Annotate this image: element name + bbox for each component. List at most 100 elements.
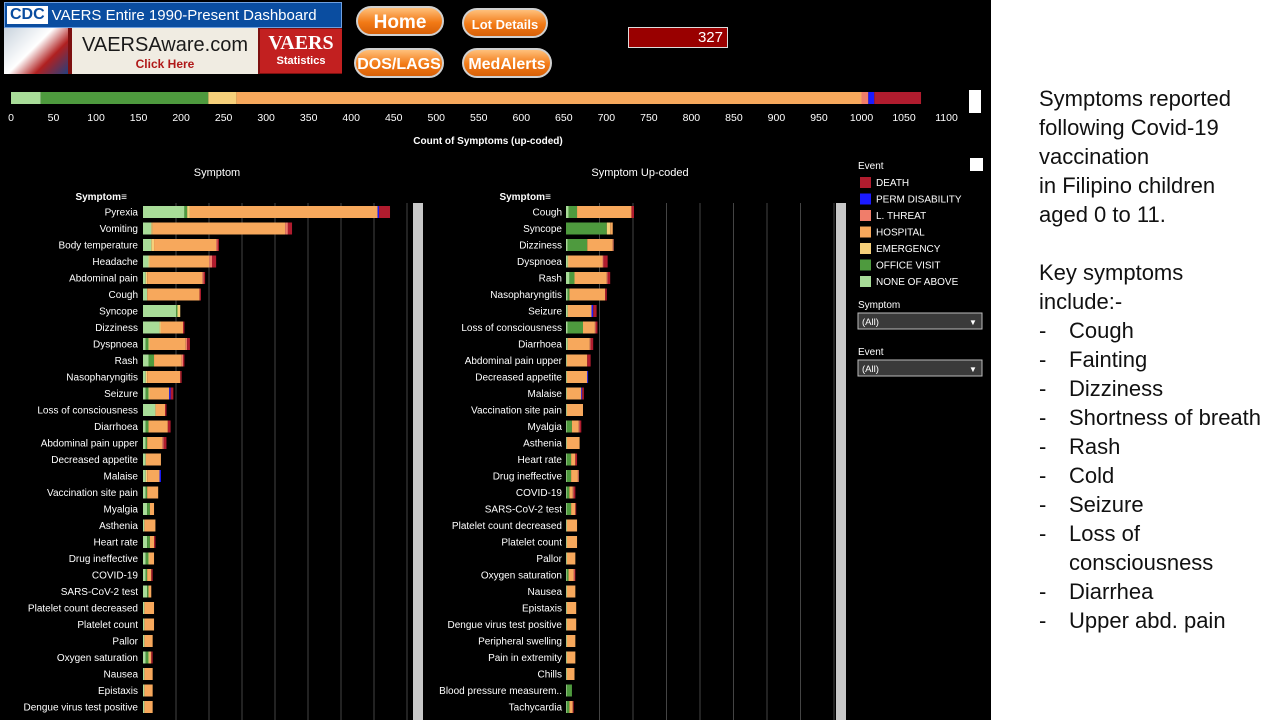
bar-segment bbox=[566, 420, 567, 433]
bar-segment bbox=[152, 222, 286, 235]
category-label: Dengue virus test positive bbox=[23, 703, 138, 714]
panel-scrollbar bbox=[836, 203, 846, 720]
bar-segment bbox=[148, 651, 150, 664]
category-label: Platelet count bbox=[77, 620, 138, 631]
x-axis-tick-label: 1050 bbox=[892, 112, 916, 124]
bar-segment bbox=[170, 387, 174, 400]
x-axis-tick-label: 750 bbox=[640, 112, 658, 124]
bar-segment bbox=[572, 701, 574, 713]
bar-segment bbox=[566, 503, 567, 515]
bar-segment bbox=[143, 453, 146, 466]
bar-segment bbox=[568, 206, 578, 218]
notes-intro-line: following Covid-19 bbox=[1039, 115, 1219, 140]
category-label: Seizure bbox=[528, 307, 562, 318]
bar-segment bbox=[185, 338, 188, 350]
bar-segment bbox=[583, 321, 595, 334]
bar-segment bbox=[145, 272, 148, 284]
bar-segment bbox=[587, 239, 613, 251]
category-label: Vaccination site pain bbox=[47, 488, 138, 499]
legend-label: HOSPITAL bbox=[876, 228, 925, 239]
notes-intro-line: Symptoms reported bbox=[1039, 86, 1231, 111]
bar-segment bbox=[144, 602, 155, 614]
bar-segment bbox=[209, 255, 212, 268]
category-label: Heart rate bbox=[94, 538, 139, 549]
bar-segment bbox=[566, 354, 588, 367]
bar-segment bbox=[566, 635, 576, 647]
bar-segment bbox=[566, 206, 569, 218]
category-label: SARS-CoV-2 test bbox=[485, 505, 562, 516]
bar-segment bbox=[143, 420, 146, 433]
bar-segment bbox=[566, 288, 568, 301]
bar-segment bbox=[566, 338, 568, 350]
bar-segment bbox=[148, 585, 152, 598]
bar-segment bbox=[143, 635, 145, 647]
category-label: Rash bbox=[115, 356, 138, 367]
x-axis-tick-label: 200 bbox=[172, 112, 190, 124]
legend-title: Event bbox=[858, 161, 884, 172]
category-label: Vomiting bbox=[100, 224, 138, 235]
category-label: Loss of consciousness bbox=[37, 406, 138, 417]
panel-title: Symptom bbox=[194, 167, 240, 179]
key-symptom-item: Diarrhea bbox=[1039, 577, 1274, 606]
overall-bar-segment bbox=[236, 92, 862, 104]
bar-segment bbox=[603, 255, 608, 268]
bar-segment bbox=[145, 338, 149, 350]
bar-segment bbox=[566, 569, 567, 581]
overall-bar-segment bbox=[11, 92, 41, 104]
bar-segment bbox=[145, 387, 149, 400]
x-axis-tick-label: 100 bbox=[87, 112, 105, 124]
bar-segment bbox=[602, 255, 604, 268]
key-symptom-item: Upper abd. pain bbox=[1039, 606, 1274, 635]
legend-label: EMERGENCY bbox=[876, 244, 941, 255]
x-axis-tick-label: 900 bbox=[768, 112, 786, 124]
bar-segment bbox=[593, 305, 597, 317]
notes-intro-line: in Filipino children bbox=[1039, 173, 1216, 198]
bar-segment bbox=[581, 387, 583, 400]
x-axis-tick-label: 450 bbox=[385, 112, 403, 124]
bar-segment bbox=[574, 569, 576, 581]
legend-label: DEATH bbox=[876, 178, 909, 189]
bar-segment bbox=[143, 618, 145, 631]
panel-title: Symptom Up-coded bbox=[591, 167, 688, 179]
category-label: Epistaxis bbox=[522, 604, 562, 615]
bar-segment bbox=[143, 536, 148, 548]
x-axis-tick-label: 300 bbox=[257, 112, 275, 124]
vaers-dashboard: CDC VAERS Entire 1990-Present Dashboard … bbox=[0, 0, 991, 720]
category-label: Cough bbox=[533, 208, 562, 219]
overall-bar-segment bbox=[40, 92, 209, 104]
bar-segment bbox=[566, 371, 567, 383]
category-label: Nausea bbox=[528, 587, 563, 598]
bar-segment bbox=[566, 470, 572, 482]
category-label: Rash bbox=[539, 274, 562, 285]
key-symptom-item: Rash bbox=[1039, 432, 1274, 461]
bar-segment bbox=[145, 453, 161, 466]
bar-segment bbox=[144, 635, 153, 647]
bar-segment bbox=[144, 618, 155, 631]
x-axis-title: Count of Symptoms (up-coded) bbox=[413, 136, 562, 147]
category-label: Vaccination site pain bbox=[471, 406, 562, 417]
category-label: Pain in extremity bbox=[488, 653, 562, 664]
x-axis-tick-label: 550 bbox=[470, 112, 488, 124]
notes-intro-line: vaccination bbox=[1039, 144, 1150, 169]
bar-segment bbox=[567, 239, 588, 251]
x-axis-tick-label: 350 bbox=[300, 112, 318, 124]
bar-segment bbox=[212, 255, 217, 268]
bar-segment bbox=[202, 272, 204, 284]
category-label: Seizure bbox=[104, 389, 138, 400]
category-label: Myalgia bbox=[104, 505, 139, 516]
bar-segment bbox=[566, 684, 572, 697]
bar-segment bbox=[154, 239, 217, 251]
x-axis-tick-label: 800 bbox=[683, 112, 701, 124]
x-axis-tick-label: 150 bbox=[130, 112, 148, 124]
bar-segment bbox=[145, 437, 148, 449]
bar-segment bbox=[573, 569, 575, 581]
category-label: Abdominal pain upper bbox=[41, 439, 139, 450]
bar-segment bbox=[151, 651, 153, 664]
bar-segment bbox=[566, 486, 570, 499]
bar-segment bbox=[184, 206, 188, 218]
bar-segment bbox=[189, 206, 378, 218]
bar-segment bbox=[147, 470, 160, 482]
bar-segment bbox=[605, 288, 607, 301]
bar-segment bbox=[566, 618, 567, 631]
bar-segment bbox=[566, 272, 570, 284]
